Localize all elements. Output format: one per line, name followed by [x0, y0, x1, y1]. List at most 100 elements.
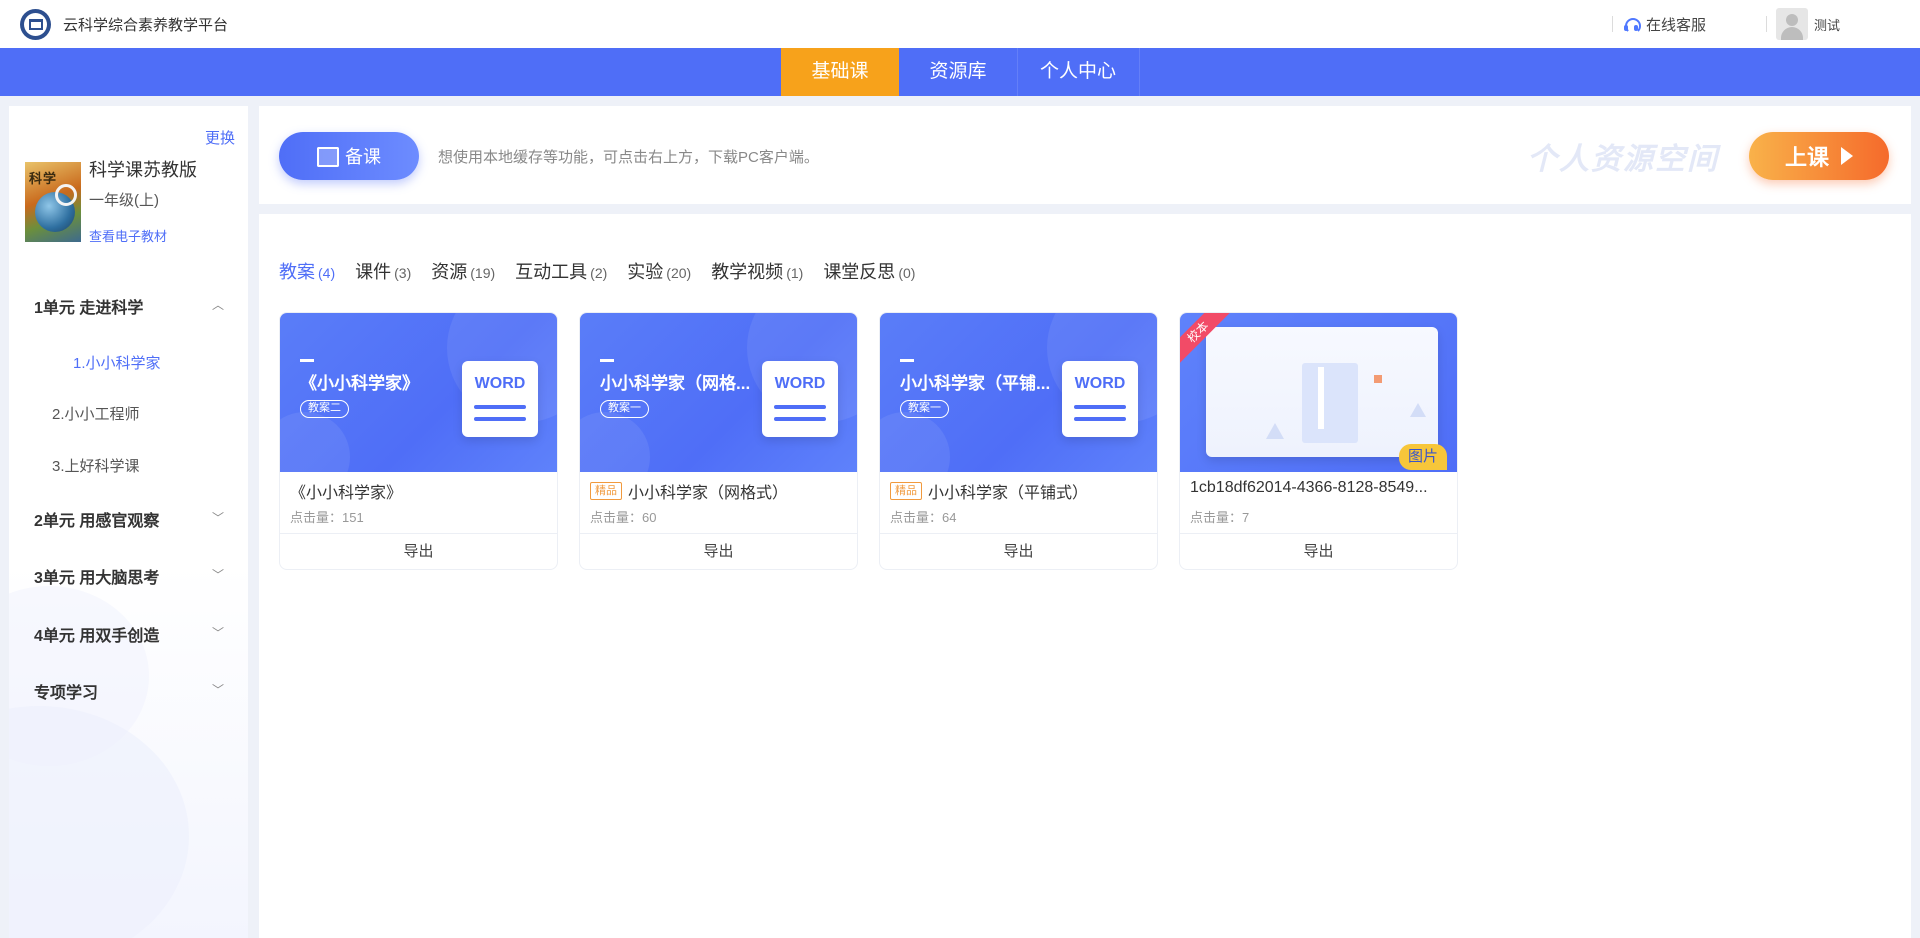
main-nav: 基础课 资源库 个人中心 — [0, 48, 1920, 96]
tab-label: 课堂反思 — [823, 262, 896, 282]
app-logo[interactable]: 云科学综合素养教学平台 — [20, 9, 228, 40]
tab-courseware[interactable]: 课件 (3) — [355, 258, 411, 284]
doc-type-label: WORD — [774, 375, 826, 392]
sidebar-lesson-1[interactable]: 1.小小科学家 — [73, 352, 161, 373]
username[interactable]: 测试 — [1814, 15, 1840, 34]
nav-tab-resource-library[interactable]: 资源库 — [899, 48, 1017, 96]
tab-resources[interactable]: 资源 (19) — [431, 258, 495, 284]
nav-tab-basic-course[interactable]: 基础课 — [781, 48, 899, 96]
tab-count: (2) — [590, 265, 608, 281]
card-title: 精品 小小科学家（平铺式） — [890, 479, 1152, 503]
divider — [1612, 16, 1613, 32]
prepare-lesson-button[interactable]: 备课 — [279, 132, 419, 180]
tab-label: 教学视频 — [711, 262, 784, 282]
top-header: 云科学综合素养教学平台 在线客服 测试 — [0, 0, 1920, 48]
thumbnail-title: 小小科学家（网格... — [600, 374, 751, 393]
doc-type-label: WORD — [474, 375, 526, 392]
app-title: 云科学综合素养教学平台 — [63, 17, 229, 34]
decorative-shape — [9, 706, 189, 938]
view-ebook-link[interactable]: 查看电子教材 — [89, 226, 167, 245]
tab-class-reflection[interactable]: 课堂反思 (0) — [823, 258, 915, 284]
resource-card[interactable]: 《小小科学家》 教案二 WORD 《小小科学家》 点击量：151 导出 — [279, 312, 558, 570]
export-button[interactable]: 导出 — [580, 533, 857, 569]
thumbnail-title: 《小小科学家》 — [300, 374, 419, 393]
resource-card[interactable]: 小小科学家（网格... 教案一 WORD 精品 小小科学家（网格式） 点击量：60… — [579, 312, 858, 570]
open-book-icon — [317, 147, 339, 167]
tab-count: (3) — [394, 265, 412, 281]
resource-card[interactable]: 小小科学家（平铺... 教案一 WORD 精品 小小科学家（平铺式） 点击量：64… — [879, 312, 1158, 570]
sidebar-lesson-3[interactable]: 3.上好科学课 — [52, 455, 140, 476]
logo-icon — [20, 9, 51, 40]
click-count: 点击量：7 — [1190, 510, 1250, 525]
card-title: 《小小科学家》 — [290, 479, 552, 503]
word-doc-icon: WORD — [1062, 361, 1138, 437]
card-thumbnail: 《小小科学家》 教案二 WORD — [280, 313, 557, 472]
thumbnail-tag: 教案二 — [300, 400, 349, 418]
avatar[interactable] — [1776, 8, 1808, 40]
sidebar: 更换 科学 科学课苏教版 一年级(上) 查看电子教材 1单元 走进科学 ︿ 1.… — [9, 106, 248, 938]
sidebar-unit-special[interactable]: 专项学习 ﹀ — [34, 679, 234, 703]
tab-count: (0) — [898, 265, 916, 281]
change-book-link[interactable]: 更换 — [205, 127, 235, 148]
tab-label: 实验 — [627, 262, 664, 282]
tab-interactive-tools[interactable]: 互动工具 (2) — [515, 258, 607, 284]
tab-label: 教案 — [279, 262, 315, 282]
tab-label: 互动工具 — [515, 262, 588, 282]
card-thumbnail: 小小科学家（平铺... 教案一 WORD — [880, 313, 1157, 472]
textbook-cover[interactable]: 科学 — [25, 162, 81, 242]
sidebar-unit-3[interactable]: 3单元 用大脑思考 ﹀ — [34, 564, 234, 588]
thumbnail-tag: 教案一 — [600, 400, 649, 418]
tab-experiments[interactable]: 实验 (20) — [627, 258, 691, 284]
export-button[interactable]: 导出 — [280, 533, 557, 569]
tab-count: (4) — [318, 265, 336, 281]
service-label: 在线客服 — [1646, 17, 1707, 34]
chevron-down-icon: ﹀ — [211, 511, 224, 525]
unit-label: 4单元 用双手创造 — [34, 628, 160, 645]
divider — [1766, 16, 1767, 32]
tab-label: 课件 — [355, 262, 392, 282]
unit-label: 1单元 走进科学 — [34, 300, 144, 317]
start-class-button[interactable]: 上课 — [1749, 132, 1889, 180]
tab-label: 资源 — [431, 262, 468, 282]
word-doc-icon: WORD — [462, 361, 538, 437]
magnifier-image — [55, 184, 77, 206]
nav-divider — [1017, 48, 1018, 96]
chevron-down-icon: ﹀ — [211, 683, 224, 697]
doc-type-label: WORD — [1074, 375, 1126, 392]
tab-lesson-plan[interactable]: 教案 (4) — [279, 258, 335, 284]
play-icon — [1841, 147, 1853, 165]
sidebar-unit-2[interactable]: 2单元 用感官观察 ﹀ — [34, 507, 234, 531]
tab-count: (19) — [470, 265, 496, 281]
thumbnail-tag: 教案一 — [900, 400, 949, 418]
content-panel: 教案 (4) 课件 (3) 资源 (19) 互动工具 (2) 实验 (20) 教学视频 (1… — [259, 214, 1911, 938]
resource-card[interactable]: 校本 图片 1cb18df62014-4366-8128-8549... 点击量… — [1179, 312, 1458, 570]
card-thumbnail: 小小科学家（网格... 教案一 WORD — [580, 313, 857, 472]
online-service-button[interactable]: 在线客服 — [1624, 14, 1706, 35]
export-button[interactable]: 导出 — [1180, 533, 1457, 569]
start-class-label: 上课 — [1784, 145, 1829, 170]
card-title-text: 《小小科学家》 — [290, 485, 403, 502]
tab-count: (1) — [786, 265, 804, 281]
card-title: 精品 小小科学家（网格式） — [590, 479, 852, 503]
unit-label: 专项学习 — [34, 685, 99, 702]
image-type-badge: 图片 — [1398, 444, 1447, 470]
sidebar-unit-1[interactable]: 1单元 走进科学 ︿ — [34, 294, 234, 318]
resource-tabs: 教案 (4) 课件 (3) 资源 (19) 互动工具 (2) 实验 (20) 教学视频 (1… — [279, 258, 935, 284]
chevron-down-icon: ﹀ — [211, 626, 224, 640]
unit-label: 3单元 用大脑思考 — [34, 570, 160, 587]
card-thumbnail: 校本 图片 — [1180, 313, 1457, 472]
sidebar-unit-4[interactable]: 4单元 用双手创造 ﹀ — [34, 622, 234, 646]
textbook-name: 科学课苏教版 — [89, 160, 197, 180]
header-right: 在线客服 测试 — [1600, 0, 1920, 48]
card-title: 1cb18df62014-4366-8128-8549... — [1190, 479, 1452, 497]
export-button[interactable]: 导出 — [880, 533, 1157, 569]
tab-count: (20) — [666, 265, 692, 281]
premium-tag: 精品 — [890, 482, 922, 500]
click-count: 点击量：64 — [890, 510, 957, 525]
image-preview — [1206, 327, 1438, 457]
headset-icon — [1624, 17, 1641, 34]
nav-tab-personal-center[interactable]: 个人中心 — [1017, 48, 1139, 96]
sidebar-lesson-2[interactable]: 2.小小工程师 — [52, 403, 140, 424]
tab-teaching-videos[interactable]: 教学视频 (1) — [711, 258, 803, 284]
unit-label: 2单元 用感官观察 — [34, 513, 160, 530]
